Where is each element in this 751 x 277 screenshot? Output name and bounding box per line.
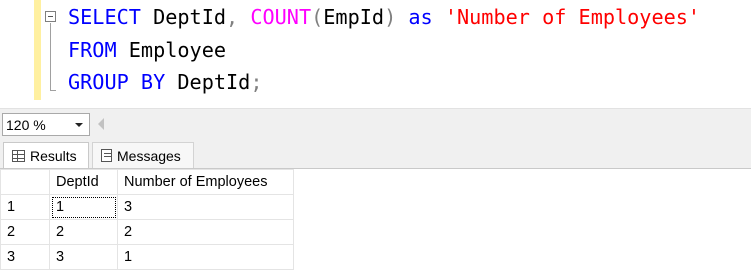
table-cell[interactable]: 3: [49, 244, 118, 270]
table-cell[interactable]: 2: [117, 219, 294, 245]
sql-line-1: SELECT DeptId, COUNT(EmpId) as 'Number o…: [68, 5, 700, 29]
change-indicator-bar: [34, 0, 41, 100]
open-paren: (: [311, 5, 324, 29]
row-number[interactable]: 2: [0, 219, 50, 245]
sql-line-3: GROUP BY DeptId;: [68, 70, 262, 94]
table-row[interactable]: 2 2 2: [0, 219, 294, 245]
as-keyword: as: [408, 5, 433, 29]
messages-icon: [101, 149, 112, 162]
column-header[interactable]: Number of Employees: [117, 169, 294, 195]
grid-icon: [12, 149, 25, 162]
query-editor[interactable]: SELECT DeptId, COUNT(EmpId) as 'Number o…: [0, 0, 751, 105]
table-cell[interactable]: 2: [49, 219, 118, 245]
tab-messages-label: Messages: [117, 147, 181, 164]
results-grid[interactable]: DeptId Number of Employees 1 1 3 2 2 2 3…: [0, 168, 751, 277]
group-column-identifier: DeptId: [177, 70, 251, 94]
header-row: DeptId Number of Employees: [0, 169, 294, 195]
count-argument: EmpId: [323, 5, 385, 29]
column-identifier: DeptId: [153, 5, 227, 29]
group-by-keyword: GROUP BY: [68, 70, 166, 94]
collapse-outline-icon[interactable]: [45, 11, 56, 22]
outline-guide-end: [50, 90, 56, 91]
column-alias-string: 'Number of Employees': [444, 5, 701, 29]
table-cell[interactable]: 1: [49, 194, 118, 220]
table-cell[interactable]: 3: [117, 194, 294, 220]
comma: ,: [226, 5, 239, 29]
tab-messages[interactable]: Messages: [92, 142, 194, 168]
row-number[interactable]: 3: [0, 244, 50, 270]
tab-results-label: Results: [30, 147, 77, 164]
zoom-dropdown[interactable]: 120 %: [2, 113, 90, 136]
sql-line-2: FROM Employee: [68, 38, 226, 62]
select-keyword: SELECT: [68, 5, 141, 29]
table-row[interactable]: 1 1 3: [0, 194, 294, 220]
table-cell[interactable]: 1: [117, 244, 294, 270]
result-tabs: Results Messages: [0, 140, 751, 168]
results-table: DeptId Number of Employees 1 1 3 2 2 2 3…: [0, 169, 294, 270]
outline-guide: [50, 23, 51, 91]
table-identifier: Employee: [128, 38, 227, 62]
scroll-left-arrow-icon[interactable]: [98, 118, 104, 130]
column-header[interactable]: DeptId: [49, 169, 118, 195]
editor-status-strip: 120 %: [0, 108, 751, 140]
close-paren: ): [384, 5, 397, 29]
from-keyword: FROM: [68, 38, 117, 62]
table-row[interactable]: 3 3 1: [0, 244, 294, 270]
tab-results[interactable]: Results: [3, 142, 89, 168]
chevron-down-icon[interactable]: [75, 123, 83, 127]
count-function: COUNT: [250, 5, 312, 29]
zoom-value: 120 %: [6, 117, 46, 133]
semicolon: ;: [250, 70, 263, 94]
row-number[interactable]: 1: [0, 194, 50, 220]
row-number-header[interactable]: [0, 169, 50, 195]
